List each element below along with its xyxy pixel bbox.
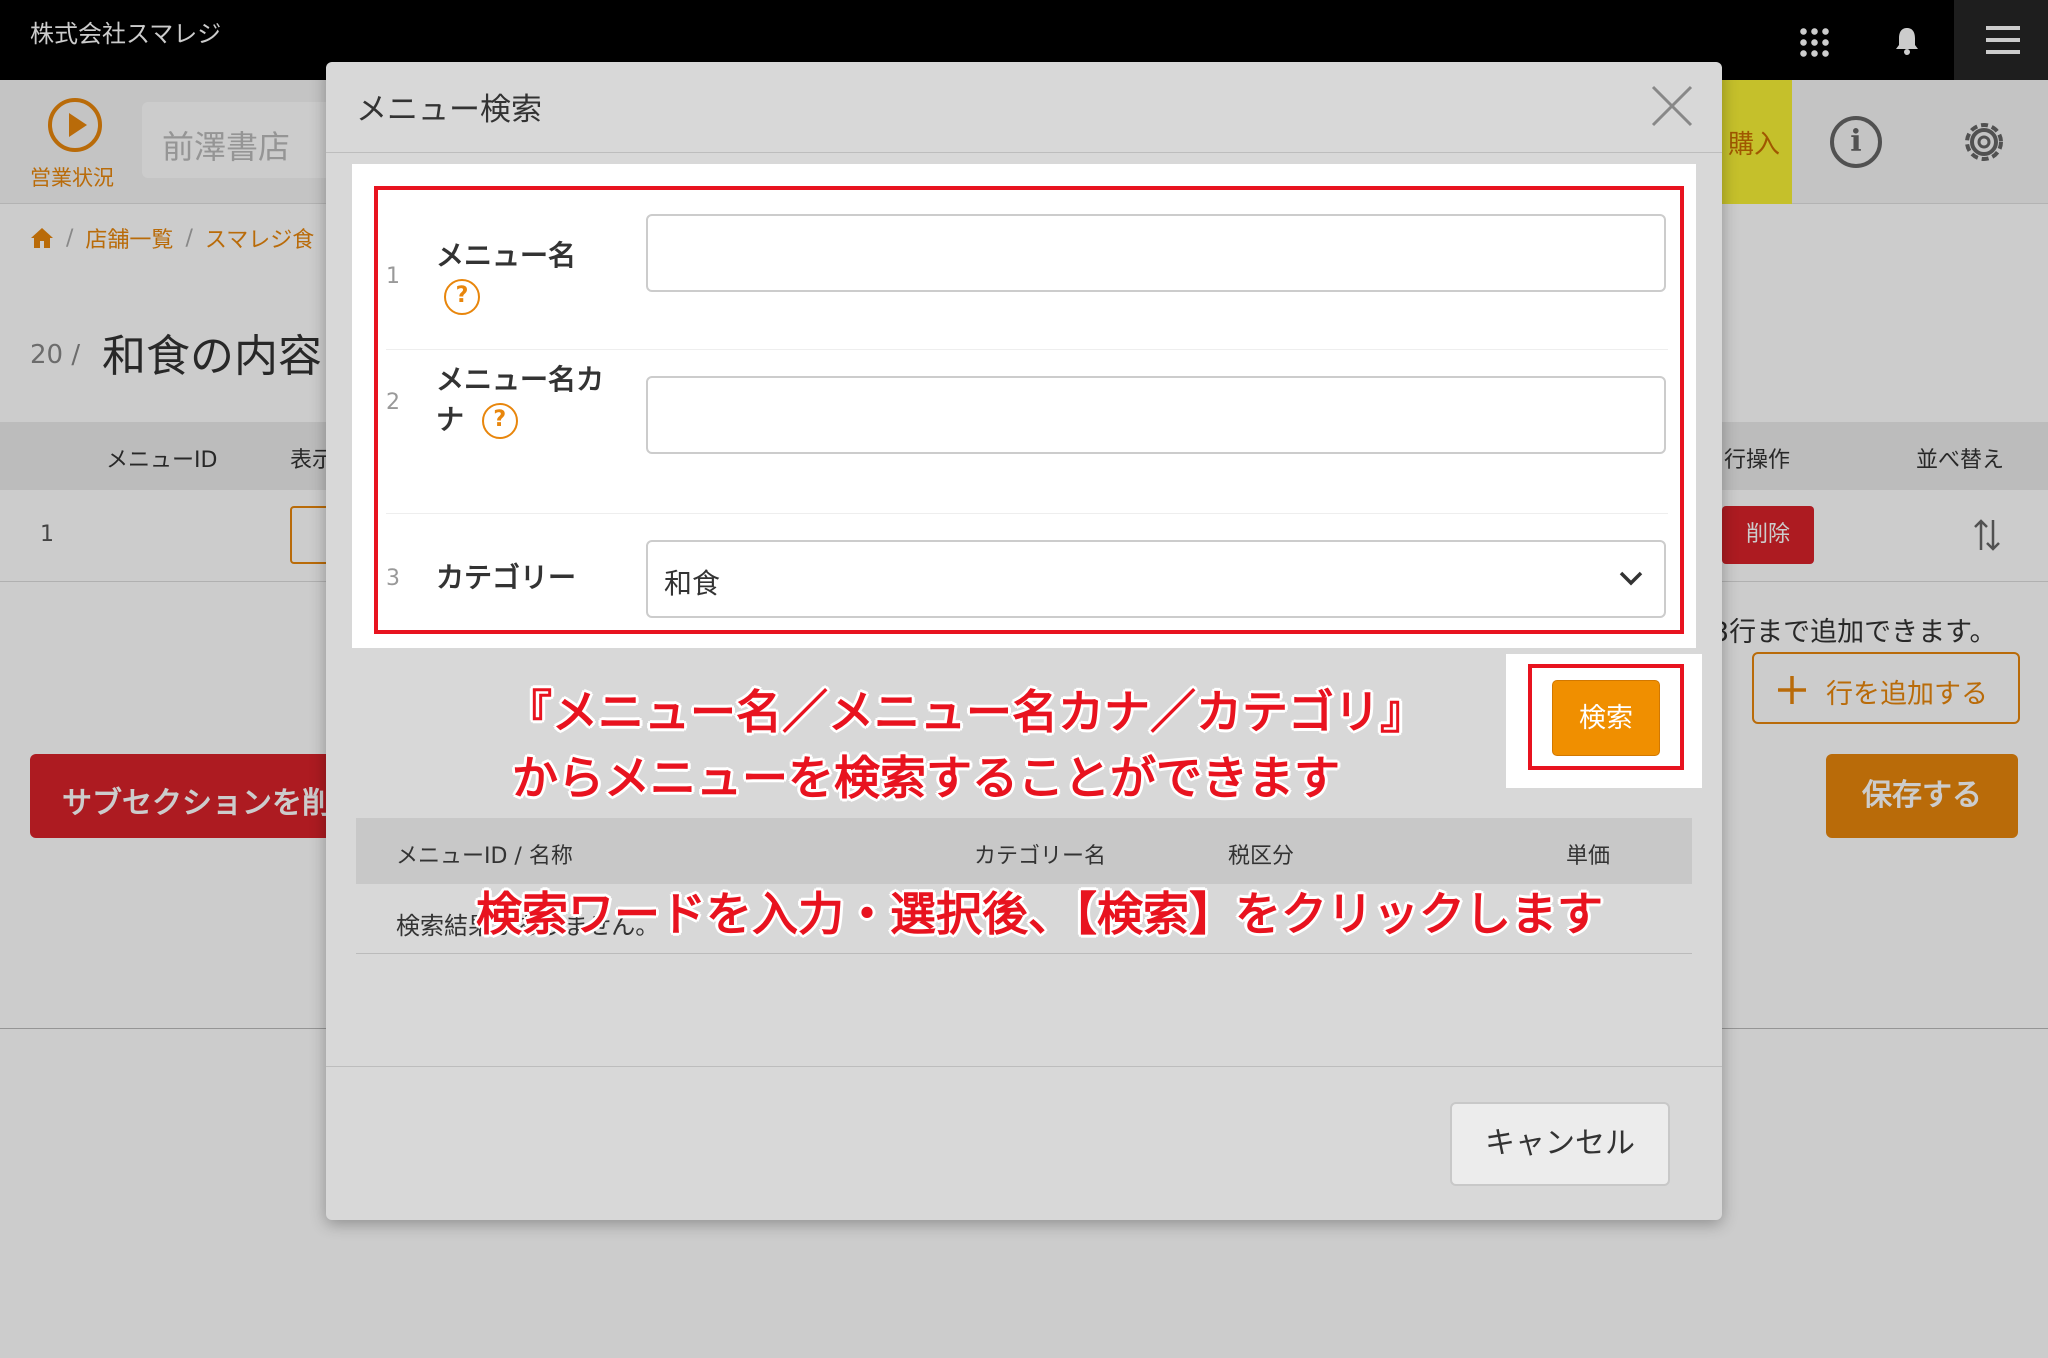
search-button-panel: 検索 <box>1506 654 1702 788</box>
form-row-category: 3 カテゴリー 和食 <box>386 514 1668 634</box>
category-selected-value: 和食 <box>664 567 721 600</box>
field-label-menu-name: メニュー名 ? <box>436 236 616 316</box>
column-category-name: カテゴリー名 <box>974 844 1107 869</box>
modal-footer-divider <box>326 1066 1722 1067</box>
row-number: 3 <box>386 566 400 591</box>
cancel-button[interactable]: キャンセル <box>1450 1102 1670 1186</box>
row-number: 1 <box>386 264 400 289</box>
menu-search-modal: メニュー検索 1 メニュー名 ? 2 メニュー名カナ ? 3 カテゴリー 和食 … <box>326 62 1722 1220</box>
annotation-highlight-frame: 検索 <box>1528 664 1684 770</box>
row-number: 2 <box>386 390 400 415</box>
search-form-panel: 1 メニュー名 ? 2 メニュー名カナ ? 3 カテゴリー 和食 <box>352 164 1696 648</box>
column-unit-price: 単価 <box>1566 844 1611 869</box>
column-menu-id-name: メニューID / 名称 <box>396 844 573 869</box>
form-row-menu-name: 1 メニュー名 ? <box>386 190 1668 350</box>
category-select[interactable]: 和食 <box>646 540 1666 618</box>
annotation-highlight-frame: 1 メニュー名 ? 2 メニュー名カナ ? 3 カテゴリー 和食 <box>374 186 1684 634</box>
help-icon[interactable]: ? <box>444 279 480 315</box>
field-label-text: カテゴリー <box>436 561 577 594</box>
menu-name-input[interactable] <box>646 214 1666 292</box>
results-header: メニューID / 名称 カテゴリー名 税区分 単価 <box>356 818 1692 884</box>
field-label-text: メニュー名カナ <box>436 363 605 436</box>
field-label-category: カテゴリー <box>436 558 616 598</box>
modal-title: メニュー検索 <box>356 92 542 128</box>
form-row-menu-kana: 2 メニュー名カナ ? <box>386 350 1668 514</box>
search-button[interactable]: 検索 <box>1552 680 1660 756</box>
column-tax-class: 税区分 <box>1228 844 1295 869</box>
modal-header-divider <box>326 152 1722 153</box>
chevron-down-icon <box>1619 571 1643 586</box>
close-icon[interactable] <box>1650 84 1694 128</box>
menu-kana-input[interactable] <box>646 376 1666 454</box>
annotation-text: 検索ワードを入力・選択後、【検索】をクリックします <box>476 887 1603 941</box>
annotation-text: 『メニュー名／メニュー名カナ／カテゴリ』 <box>506 685 1426 739</box>
annotation-text: からメニューを検索することができます <box>512 751 1340 805</box>
field-label-text: メニュー名 <box>436 239 577 272</box>
field-label-menu-kana: メニュー名カナ ? <box>436 360 616 440</box>
help-icon[interactable]: ? <box>481 403 518 439</box>
